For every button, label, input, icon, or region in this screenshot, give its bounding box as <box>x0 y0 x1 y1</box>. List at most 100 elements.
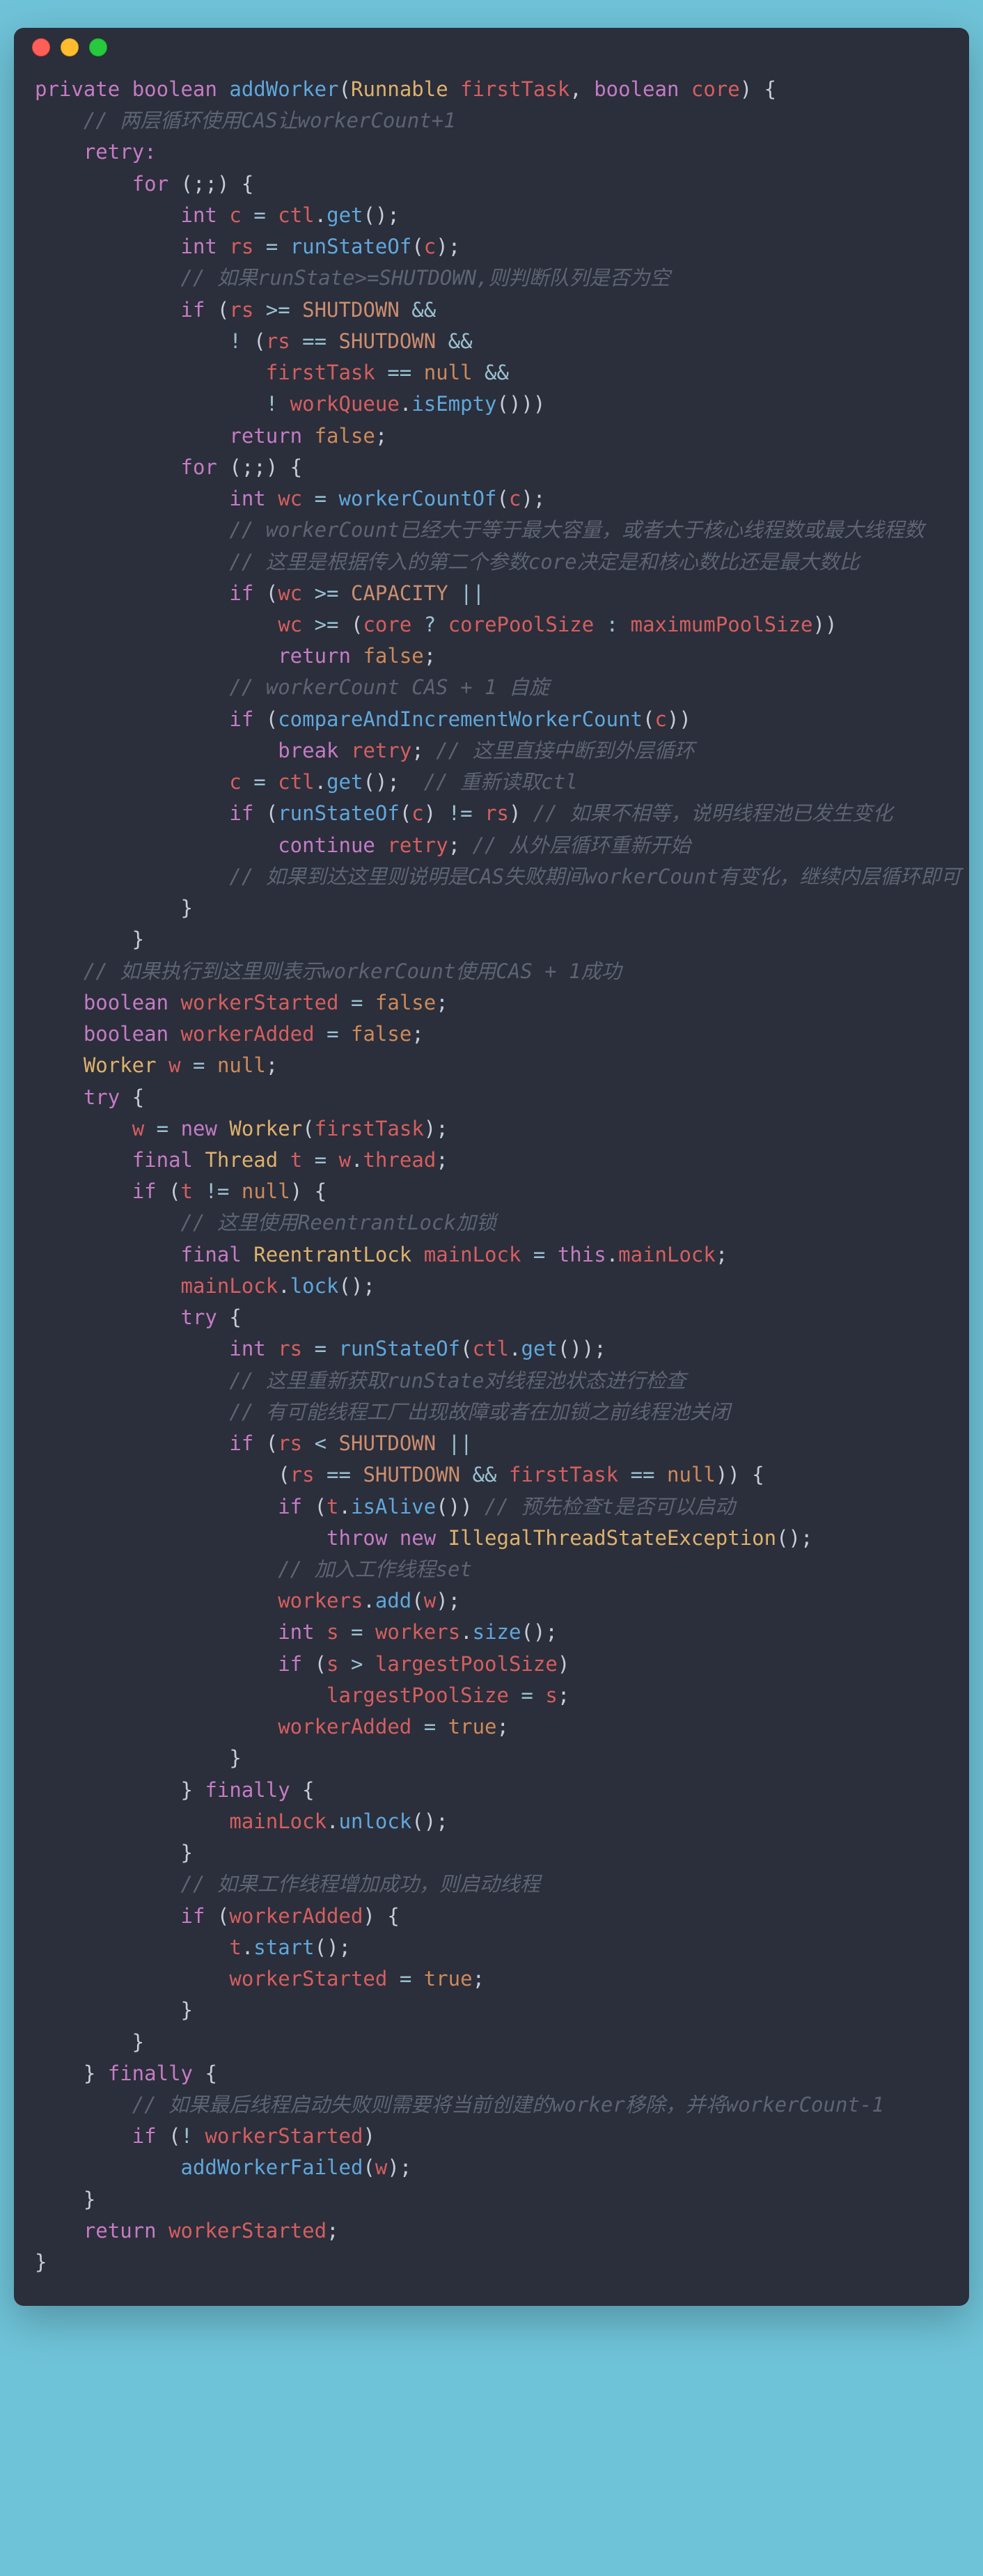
kw-new: new <box>400 1526 436 1550</box>
fn: lock <box>290 1274 339 1298</box>
var: workerAdded <box>229 1904 363 1928</box>
var: ctl <box>278 770 314 794</box>
kw-if: if <box>278 1652 302 1676</box>
var: s <box>545 1683 557 1707</box>
op: = <box>533 1243 545 1266</box>
kw-return: return <box>229 424 302 448</box>
op: : <box>606 613 618 636</box>
fn: addWorkerFailed <box>181 2155 363 2179</box>
var: w <box>339 1148 351 1172</box>
type-int: int <box>229 1337 265 1360</box>
comment: // 如果到达这里则说明是CAS失败期间workerCount有变化，继续内层循… <box>229 865 961 888</box>
var: c <box>411 801 423 825</box>
kw: boolean <box>84 1022 168 1046</box>
kw-return: return <box>278 644 351 668</box>
kw-new: new <box>181 1117 217 1140</box>
comment: // 预先检查t是否可以启动 <box>485 1495 735 1518</box>
false: false <box>315 424 375 448</box>
var: workerStarted <box>205 2124 363 2148</box>
var: rs <box>278 1431 302 1455</box>
type-int: int <box>229 487 265 510</box>
var: rs <box>278 1337 302 1360</box>
fn: runStateOf <box>339 1337 461 1360</box>
var: workerStarted <box>181 991 339 1014</box>
null: null <box>217 1053 266 1077</box>
var: largestPoolSize <box>375 1652 558 1676</box>
var: c <box>229 770 241 794</box>
kw-finally: finally <box>108 2061 193 2085</box>
type: Thread <box>205 1148 278 1172</box>
this: this <box>558 1243 606 1266</box>
minimize-icon[interactable] <box>61 38 79 56</box>
fn: runStateOf <box>278 801 400 825</box>
var: wc <box>278 487 302 510</box>
kw-if: if <box>132 2124 157 2148</box>
var: t <box>181 1179 193 1203</box>
op: && <box>485 361 509 384</box>
op: >= <box>266 298 290 322</box>
comment: // 如果工作线程增加成功，则启动线程 <box>181 1872 540 1896</box>
var: s <box>327 1652 338 1676</box>
fn: isAlive <box>351 1495 436 1518</box>
op: = <box>400 1967 411 1990</box>
comment: // 如果不相等，说明线程池已发生变化 <box>533 801 892 825</box>
op: = <box>266 235 278 258</box>
op: && <box>411 298 436 322</box>
var: thread <box>363 1148 437 1172</box>
kw-finally: finally <box>205 1778 290 1802</box>
false: false <box>351 1022 411 1046</box>
label-retry: retry: <box>84 140 157 164</box>
var: c <box>509 487 521 510</box>
true: true <box>424 1967 473 1990</box>
op: = <box>315 1148 327 1172</box>
op: = <box>351 991 363 1014</box>
type-int: int <box>181 203 217 227</box>
fn-addWorker: addWorker <box>229 77 338 101</box>
comment: // 这里直接中断到外层循环 <box>436 739 694 762</box>
const: SHUTDOWN <box>363 1463 460 1486</box>
comment: // workerCount已经大于等于最大容量，或者大于核心线程数或最大线程数 <box>229 518 924 542</box>
maximize-icon[interactable] <box>89 38 107 56</box>
comment: // 这里使用ReentrantLock加锁 <box>181 1211 496 1234</box>
fn: add <box>375 1589 411 1612</box>
var: workers <box>375 1620 460 1644</box>
null: null <box>424 361 473 384</box>
var: t <box>229 1935 241 1959</box>
null: null <box>242 1179 290 1203</box>
var: largestPoolSize <box>327 1683 509 1707</box>
var: c <box>654 707 666 731</box>
comment: // workerCount CAS + 1 自旋 <box>229 675 549 699</box>
op: || <box>460 581 485 605</box>
comment: // 有可能线程工厂出现故障或者在加锁之前线程池关闭 <box>229 1400 730 1424</box>
close-icon[interactable] <box>32 38 50 56</box>
const: SHUTDOWN <box>339 1431 437 1455</box>
var: ctl <box>278 203 314 227</box>
kw-if: if <box>229 707 253 731</box>
op: = <box>315 487 327 510</box>
var: workerAdded <box>278 1715 411 1738</box>
var: workerStarted <box>168 2219 327 2243</box>
op: = <box>327 1022 338 1046</box>
kw-private: private <box>35 77 120 101</box>
var: wc <box>278 613 302 636</box>
op: = <box>157 1117 168 1140</box>
op: ! <box>229 329 241 353</box>
var: mainLock <box>181 1274 278 1298</box>
comment: // 重新读取ctl <box>424 770 578 794</box>
kw-final: final <box>132 1148 193 1172</box>
kw-for: for <box>181 455 217 479</box>
var: maximumPoolSize <box>631 613 813 636</box>
var: firstTask <box>266 361 375 384</box>
var: core <box>363 613 411 636</box>
false: false <box>363 644 423 668</box>
kw-if: if <box>229 581 253 605</box>
var: w <box>375 2155 387 2179</box>
kw-throw: throw <box>327 1526 387 1550</box>
type: IllegalThreadStateException <box>448 1526 776 1550</box>
op: || <box>448 1431 473 1455</box>
kw-try: try <box>84 1085 120 1109</box>
fn: get <box>327 770 363 794</box>
op: > <box>351 1652 363 1676</box>
var: ctl <box>473 1337 509 1360</box>
label: retry <box>387 833 448 857</box>
